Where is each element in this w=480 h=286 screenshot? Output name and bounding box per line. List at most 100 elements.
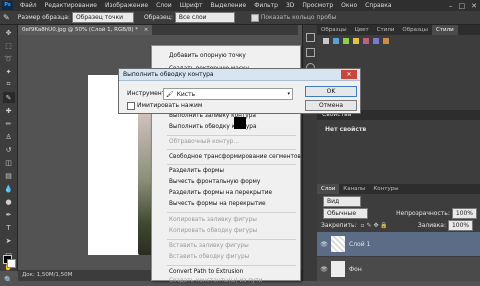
menu-edit[interactable]: Редактирование — [41, 2, 101, 9]
tab-color[interactable]: Цвет — [351, 25, 373, 35]
close-window-button[interactable]: ✕ — [468, 2, 480, 10]
quick-select-tool-icon[interactable]: ✦ — [3, 66, 15, 77]
actions-panel-icon[interactable] — [305, 48, 315, 57]
sample-size-select[interactable]: Образец точки — [71, 12, 134, 23]
menu-item-clipping-path: Обтравочный контур... — [169, 139, 239, 145]
tab-channels[interactable]: Каналы — [339, 184, 369, 194]
layer-thumbnail — [331, 261, 345, 277]
menu-window[interactable]: Окно — [337, 2, 361, 9]
crop-tool-icon[interactable]: ⌗ — [3, 79, 15, 90]
menu-item-subtract-front[interactable]: Вычесть фронтальную форму — [169, 178, 260, 187]
type-tool-icon[interactable]: T — [3, 222, 15, 233]
panel-icons-column — [302, 25, 317, 281]
swatch[interactable] — [363, 38, 369, 44]
dodge-tool-icon[interactable]: ● — [3, 196, 15, 207]
menu-separator — [167, 212, 296, 213]
menu-3d[interactable]: 3D — [282, 2, 298, 9]
tab-paths[interactable]: Контуры — [369, 184, 402, 194]
swatch[interactable] — [353, 38, 359, 44]
minimize-button[interactable]: – — [446, 2, 456, 10]
zoom-tool-icon[interactable]: 🔍 — [3, 274, 15, 285]
gradient-tool-icon[interactable]: ▤ — [3, 170, 15, 181]
menu-item-convert-extrusion[interactable]: Convert Path to Extrusion — [169, 268, 243, 277]
brush-tool-icon[interactable]: ✏ — [3, 118, 15, 129]
maximize-button[interactable]: □ — [456, 2, 469, 10]
dialog-close-button[interactable]: ✕ — [341, 70, 357, 79]
path-select-tool-icon[interactable]: ➤ — [3, 235, 15, 246]
history-brush-icon[interactable]: ↺ — [3, 144, 15, 155]
close-tab-icon[interactable]: × — [144, 27, 149, 33]
layer-row[interactable]: 👁 Слой 1 — [317, 232, 480, 256]
swatch[interactable] — [343, 38, 349, 44]
opacity-label: Непрозрачность: — [396, 210, 450, 217]
menu-filter[interactable]: Фильтр — [250, 2, 282, 9]
simulate-pressure-checkbox[interactable] — [127, 102, 135, 110]
cancel-button[interactable]: Отмена — [305, 100, 357, 111]
tool-select[interactable]: 🖌 Кисть ▾ — [163, 88, 293, 100]
marquee-tool-icon[interactable]: ⬚ — [3, 40, 15, 51]
blend-mode-select[interactable]: Обычные — [323, 208, 369, 219]
tab-styles-2[interactable]: Стили — [432, 25, 458, 35]
dialog-title: Выполнить обводку контура — [123, 71, 214, 78]
menu-bar: Ps Файл Редактирование Изображение Слои … — [0, 0, 480, 11]
fill-label: Заливка: — [417, 222, 446, 229]
swatch[interactable] — [373, 38, 379, 44]
layer-kind-select[interactable]: Вид — [323, 196, 361, 207]
lock-icons[interactable]: ▫ ✎ ✥ 🔒 — [361, 222, 388, 229]
swatch[interactable] — [333, 38, 339, 44]
menu-separator — [167, 265, 296, 266]
tab-styles[interactable]: Стили — [373, 25, 399, 35]
layer-filter-row: Вид — [321, 196, 363, 207]
menu-separator — [167, 164, 296, 165]
dialog-title-bar: Выполнить обводку контура — [119, 69, 360, 81]
opacity-input[interactable]: 100% — [451, 208, 477, 219]
tool-select-value: Кисть — [176, 90, 196, 98]
document-tab[interactable]: 0ef9Ka8hU0.jpg @ 50% (Слой 1, RGB/8) * × — [18, 25, 153, 35]
history-panel-icon[interactable] — [305, 33, 315, 42]
healing-tool-icon[interactable]: ✚ — [3, 105, 15, 116]
blur-tool-icon[interactable]: 💧 — [3, 183, 15, 194]
eraser-tool-icon[interactable]: ◫ — [3, 157, 15, 168]
sample-select[interactable]: Все слои — [174, 12, 235, 23]
menu-help[interactable]: Справка — [361, 2, 395, 9]
menu-layers[interactable]: Слои — [152, 2, 176, 9]
menu-item-add-anchor[interactable]: Добавить опорную точку — [169, 52, 246, 61]
swatch[interactable] — [383, 38, 389, 44]
layers-panel-tabs: Слои Каналы Контуры — [317, 184, 480, 194]
lasso-tool-icon[interactable]: ➰ — [3, 53, 15, 64]
menu-file[interactable]: Файл — [16, 2, 41, 9]
eyedropper-icon[interactable]: ✎ — [3, 13, 10, 22]
sample-label: Образец: — [143, 14, 173, 21]
menu-image[interactable]: Изображение — [101, 2, 152, 9]
options-bar: ✎ Размер образца: Образец точки Образец:… — [0, 11, 480, 25]
tool-label: Инструмент: — [127, 90, 168, 97]
menu-item-free-transform-segments[interactable]: Свободное трансформирование сегментов — [169, 153, 301, 162]
menu-view[interactable]: Просмотр — [298, 2, 337, 9]
layer-thumbnail — [331, 236, 345, 252]
tab-layers[interactable]: Слои — [317, 184, 340, 194]
menu-separator — [167, 135, 296, 136]
menu-item-intersect-shapes[interactable]: Разделить формы на перекрытие — [169, 189, 272, 198]
visibility-eye-icon[interactable]: 👁 — [317, 266, 331, 273]
background-color-swatch[interactable] — [7, 259, 16, 268]
stamp-tool-icon[interactable]: ♙ — [3, 131, 15, 142]
swatch[interactable] — [323, 38, 329, 44]
move-tool-icon[interactable]: ✥ — [3, 27, 15, 38]
tab-swatches[interactable]: Образцы — [317, 25, 351, 35]
eyedropper-tool-icon[interactable]: ✎ — [2, 92, 15, 103]
menu-item-combine-shapes[interactable]: Разделить формы — [169, 167, 224, 176]
menu-select[interactable]: Выделение — [206, 2, 250, 9]
menu-type[interactable]: Шрифт — [176, 2, 207, 9]
tab-swatches-2[interactable]: Образцы — [398, 25, 432, 35]
ok-button[interactable]: OK — [305, 86, 357, 97]
show-ring-checkbox[interactable] — [250, 13, 259, 22]
layer-row[interactable]: 👁 Фон — [317, 257, 480, 281]
simulate-pressure-label: Имитировать нажим — [137, 102, 203, 109]
fill-input[interactable]: 100% — [447, 220, 474, 231]
chevron-down-icon: ▾ — [287, 91, 290, 97]
swatch-grid — [323, 38, 389, 44]
pen-tool-icon[interactable]: ✒ — [3, 209, 15, 220]
menu-item-copy-stroke: Копировать обводку фигуры — [169, 228, 258, 234]
visibility-eye-icon[interactable]: 👁 — [317, 241, 331, 248]
menu-item-exclude-overlap[interactable]: Вычесть формы на перекрытие — [169, 200, 266, 209]
